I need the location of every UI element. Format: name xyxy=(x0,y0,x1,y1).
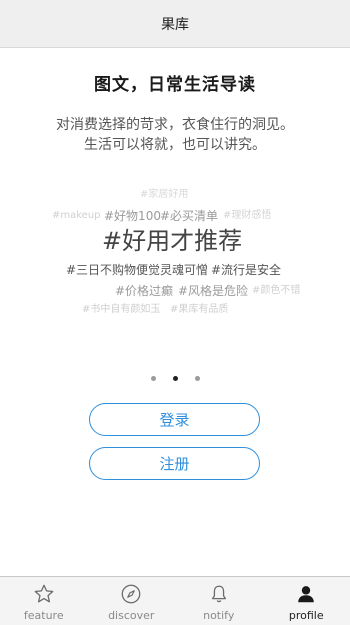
tab-discover[interactable]: discover xyxy=(88,577,176,625)
tab-label: discover xyxy=(108,609,154,622)
tag[interactable]: #流行是安全 xyxy=(211,264,281,276)
tab-feature[interactable]: feature xyxy=(0,577,88,625)
bell-icon xyxy=(208,583,230,605)
compass-icon xyxy=(120,583,142,605)
intro-line-2: 生活可以将就，也可以讲究。 xyxy=(0,134,350,154)
tag[interactable]: #makeup xyxy=(52,211,101,221)
intro-headline: 图文，日常生活导读 xyxy=(0,70,350,95)
carousel-indicator xyxy=(0,376,350,381)
carousel-dot[interactable] xyxy=(195,376,200,381)
register-button[interactable]: 注册 xyxy=(89,447,260,480)
tag[interactable]: #书中自有颜如玉 xyxy=(82,305,160,315)
carousel-dot[interactable] xyxy=(151,376,156,381)
tag[interactable]: #三日不购物便觉灵魂可憎 xyxy=(66,264,208,276)
user-icon xyxy=(295,583,317,605)
tab-notify[interactable]: notify xyxy=(175,577,263,625)
tag[interactable]: #颜色不错 xyxy=(252,286,300,296)
navbar: 果库 xyxy=(0,0,350,48)
tag-featured[interactable]: #好用才推荐 xyxy=(102,229,242,253)
tab-bar: feature discover notify profile xyxy=(0,576,350,625)
tab-label: feature xyxy=(24,609,64,622)
intro-line-1: 对消费选择的苛求，衣食住行的洞见。 xyxy=(0,114,350,134)
tab-label: notify xyxy=(203,609,234,622)
login-button[interactable]: 登录 xyxy=(89,403,260,436)
tag[interactable]: #家居好用 xyxy=(140,190,188,200)
tag[interactable]: #价格过癫 xyxy=(115,285,173,297)
tab-label: profile xyxy=(289,609,324,622)
carousel-dot-active[interactable] xyxy=(173,376,178,381)
star-icon xyxy=(33,583,55,605)
nav-title: 果库 xyxy=(161,14,189,34)
tag[interactable]: #理财感悟 xyxy=(223,211,271,221)
tag[interactable]: #风格是危险 xyxy=(178,285,248,297)
tab-profile[interactable]: profile xyxy=(263,577,350,625)
tag[interactable]: #果库有品质 xyxy=(170,305,228,315)
tag[interactable]: #好物100 xyxy=(104,210,161,222)
tag[interactable]: #必买清单 xyxy=(160,210,218,222)
